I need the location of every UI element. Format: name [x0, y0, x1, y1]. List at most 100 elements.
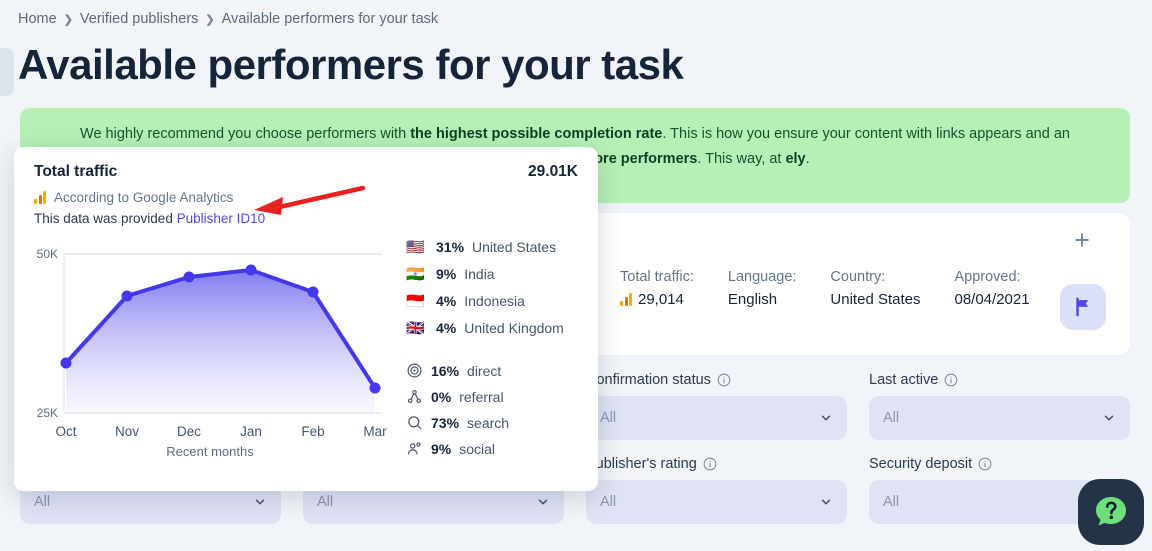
- chart-point: [60, 357, 72, 369]
- filter-value: All: [600, 494, 617, 510]
- filter-cell-last-active: Last active All: [869, 372, 1130, 440]
- breadcrumb-separator-icon: ❯: [63, 13, 73, 26]
- legend-label: United Kingdom: [464, 320, 564, 336]
- traffic-legend: 🇺🇸 31% United States 🇮🇳 9% India 🇮🇩 4% I…: [406, 236, 596, 476]
- filter-value: All: [600, 410, 617, 426]
- legend-percent: 31%: [436, 239, 465, 255]
- target-icon: [407, 363, 422, 378]
- banner-text-2: . This is how you ensure your content wi…: [662, 126, 1054, 142]
- breadcrumb-item-home[interactable]: Home: [18, 11, 57, 27]
- ytick-label-max: 50K: [37, 247, 58, 261]
- publisher-meta: Total traffic: 29,014 Language: English …: [620, 269, 1030, 308]
- meta-label: Language:: [727, 269, 797, 285]
- meta-value: 29,014: [638, 291, 684, 308]
- legend-sources: 16% direct 0% referral 73% search 9% soc…: [406, 362, 596, 457]
- popup-title: Total traffic: [34, 163, 118, 180]
- legend-row-source-direct: 16% direct: [406, 362, 596, 379]
- meta-label: Country:: [830, 269, 886, 285]
- filter-select-confirmation-status[interactable]: All: [586, 396, 847, 440]
- filter-select-publishers-rating[interactable]: All: [586, 480, 847, 524]
- chat-question-icon: [1096, 497, 1126, 526]
- ytick-label-min: 25K: [37, 406, 58, 420]
- filter-value: All: [317, 494, 334, 510]
- meta-label: Approved:: [954, 269, 1021, 285]
- filter-cell-confirmation-status: Confirmation status All: [586, 372, 847, 440]
- xtick-label-oct: Oct: [55, 424, 76, 439]
- meta-country: Country: United States: [830, 269, 920, 308]
- referral-icon: [407, 389, 422, 404]
- legend-row-source-social: 9% social: [406, 440, 596, 457]
- info-icon[interactable]: [717, 373, 731, 387]
- page-root: Home ❯ Verified publishers ❯ Available p…: [0, 0, 1152, 551]
- popup-source-note: According to Google Analytics: [34, 190, 578, 205]
- info-icon[interactable]: [703, 457, 717, 471]
- legend-label: referral: [459, 388, 504, 405]
- flag-id-icon: 🇮🇩: [406, 293, 425, 310]
- legend-percent: 9%: [431, 440, 452, 457]
- legend-percent: 4%: [436, 293, 457, 309]
- search-icon: [408, 416, 422, 430]
- breadcrumb-item-verified-publishers[interactable]: Verified publishers: [80, 11, 199, 27]
- xtick-label-dec: Dec: [177, 424, 201, 439]
- breadcrumb-separator-icon: ❯: [205, 13, 215, 26]
- filter-label-text: Last active: [869, 372, 939, 388]
- chart-xaxis-caption: Recent months: [166, 444, 254, 459]
- legend-row-country: 🇺🇸 31% United States: [406, 238, 596, 256]
- flag-gb-icon: 🇬🇧: [406, 320, 425, 337]
- chart-point: [245, 264, 257, 276]
- filter-select-last-active[interactable]: All: [869, 396, 1130, 440]
- legend-label: United States: [472, 239, 557, 255]
- legend-label: direct: [467, 362, 502, 379]
- meta-language: Language: English: [728, 269, 797, 308]
- popup-header: Total traffic 29.01K According to Google…: [14, 147, 598, 226]
- chevron-down-icon: [1104, 415, 1114, 421]
- help-chat-button[interactable]: [1078, 479, 1144, 545]
- chevron-down-icon: [538, 499, 548, 505]
- xtick-label-jan: Jan: [240, 424, 262, 439]
- meta-value: 08/04/2021: [954, 291, 1030, 308]
- plus-icon[interactable]: [1072, 230, 1092, 250]
- legend-percent: 4%: [436, 320, 457, 336]
- legend-row-source-search: 73% search: [406, 414, 596, 431]
- legend-percent: 16%: [431, 362, 460, 379]
- meta-total-traffic: Total traffic: 29,014: [620, 269, 694, 308]
- flag-button[interactable]: [1060, 284, 1106, 330]
- meta-value-wrap: 29,014: [620, 291, 694, 308]
- legend-row-source-referral: 0% referral: [406, 388, 596, 405]
- legend-row-country: 🇮🇳 9% India: [406, 265, 596, 283]
- breadcrumb: Home ❯ Verified publishers ❯ Available p…: [18, 11, 438, 27]
- chevron-down-icon: [821, 415, 831, 421]
- legend-row-country: 🇬🇧 4% United Kingdom: [406, 319, 596, 337]
- left-edge-panel: [0, 48, 14, 96]
- chevron-down-icon: [821, 499, 831, 505]
- meta-label: Total traffic:: [620, 269, 694, 285]
- breadcrumb-item-current: Available performers for your task: [221, 11, 439, 27]
- legend-label: social: [459, 440, 496, 457]
- info-icon[interactable]: [944, 373, 958, 387]
- popup-source-text: According to Google Analytics: [54, 190, 234, 205]
- banner-bold-1: the highest possible completion rate: [410, 126, 663, 142]
- popup-title-row: Total traffic 29.01K: [34, 163, 578, 181]
- total-traffic-popup: Total traffic 29.01K According to Google…: [14, 147, 598, 491]
- legend-label: India: [464, 266, 495, 282]
- filter-label-text: Security deposit: [869, 456, 973, 472]
- traffic-chart: 50K 25K Oct Nov Dec Jan Feb Mar Recent m…: [14, 236, 406, 476]
- filter-label-confirmation-status: Confirmation status: [586, 372, 847, 388]
- legend-row-country: 🇮🇩 4% Indonesia: [406, 292, 596, 310]
- chart-point: [307, 286, 319, 298]
- chart-point: [121, 290, 133, 302]
- popup-total-value: 29.01K: [528, 163, 578, 180]
- info-icon[interactable]: [978, 457, 992, 471]
- popup-provided-prefix: This data was provided: [34, 211, 177, 226]
- social-icon: [407, 442, 421, 455]
- filter-label-publishers-rating: Publisher's rating: [586, 456, 847, 472]
- google-analytics-icon: [620, 293, 632, 306]
- filter-label-last-active: Last active: [869, 372, 1130, 388]
- popup-body: 50K 25K Oct Nov Dec Jan Feb Mar Recent m…: [14, 226, 598, 476]
- flag-in-icon: 🇮🇳: [406, 266, 425, 283]
- filter-label-security-deposit: Security deposit: [869, 456, 1130, 472]
- banner-text-1: We highly recommend you choose performer…: [80, 126, 411, 142]
- popup-provided-row: This data was provided Publisher ID10: [34, 211, 578, 226]
- publisher-id-link[interactable]: Publisher ID10: [177, 211, 266, 226]
- banner-bold-3: ely: [785, 151, 806, 167]
